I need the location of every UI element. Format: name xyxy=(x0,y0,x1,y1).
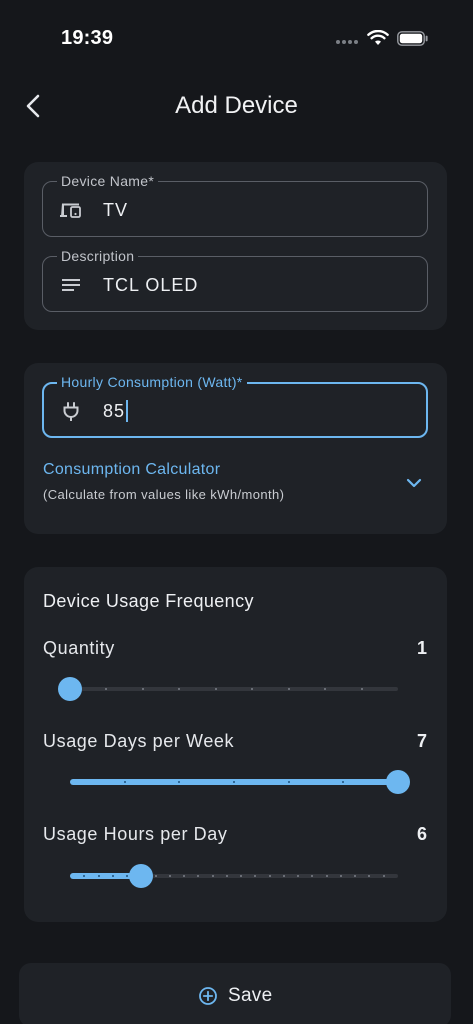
hourly-consumption-label: Hourly Consumption (Watt)* xyxy=(57,373,247,391)
slider-track xyxy=(70,687,398,691)
battery-icon xyxy=(397,31,428,46)
description-field[interactable]: Description TCL OLED xyxy=(42,247,428,312)
hours-per-day-label: Usage Hours per Day xyxy=(43,824,228,844)
slider-tick xyxy=(225,875,228,877)
save-button-content: Save xyxy=(19,985,451,1007)
hours-per-day-value: 6 xyxy=(416,824,427,844)
days-per-week-value: 7 xyxy=(416,731,427,751)
slider-tick xyxy=(325,875,328,877)
slider-thumb[interactable] xyxy=(386,770,410,794)
status-time: 19:39 xyxy=(61,27,114,49)
slider-thumb[interactable] xyxy=(129,864,154,888)
save-label: Save xyxy=(227,985,273,1006)
save-button[interactable]: Save xyxy=(19,963,451,1024)
slider-tick xyxy=(126,875,129,877)
quantity-value: 1 xyxy=(416,638,427,658)
app-bar: Add Device xyxy=(0,78,473,134)
device-name-label: Device Name* xyxy=(57,172,159,190)
devices-icon xyxy=(60,203,81,218)
slider-tick xyxy=(97,875,100,877)
consumption-calculator-toggle[interactable]: Consumption Calculator (Calculate from v… xyxy=(24,457,447,507)
slider-tick xyxy=(287,688,290,690)
days-per-week-slider[interactable] xyxy=(70,768,410,796)
description-value: TCL OLED xyxy=(103,275,199,295)
slider-tick xyxy=(214,688,217,690)
hours-per-day-slider[interactable] xyxy=(70,862,398,890)
plug-icon xyxy=(63,402,79,421)
wifi-icon xyxy=(367,30,389,45)
calculator-title: Consumption Calculator xyxy=(43,461,221,478)
quantity-label: Quantity xyxy=(43,638,115,658)
slider-tick xyxy=(360,688,363,690)
description-label: Description xyxy=(57,247,139,265)
usage-frequency-card: Device Usage Frequency Quantity 1 Usage … xyxy=(24,567,447,922)
notes-icon xyxy=(62,279,80,291)
device-name-value: TV xyxy=(103,200,129,220)
device-name-field[interactable]: Device Name* TV xyxy=(42,172,428,237)
slider-tick xyxy=(123,781,126,783)
signal-icon xyxy=(336,40,360,44)
slider-tick xyxy=(287,781,290,783)
text-caret xyxy=(126,400,129,422)
page-title: Add Device xyxy=(175,92,298,119)
slider-tick xyxy=(141,688,144,690)
slider-tick xyxy=(233,781,235,783)
slider-tick xyxy=(154,875,157,877)
section-title: Device Usage Frequency xyxy=(43,591,254,611)
chevron-down-icon xyxy=(406,478,422,488)
quantity-slider[interactable] xyxy=(58,675,398,703)
slider-tick xyxy=(168,875,171,877)
slider-tick xyxy=(382,875,385,877)
calculator-subtitle: (Calculate from values like kWh/month) xyxy=(43,487,285,502)
slider-tick xyxy=(111,875,114,877)
slider-thumb[interactable] xyxy=(58,677,82,701)
slider-tick xyxy=(211,875,214,877)
days-per-week-label: Usage Days per Week xyxy=(43,731,235,751)
consumption-card: Hourly Consumption (Watt)* 85 Consumptio… xyxy=(24,363,447,534)
slider-tick xyxy=(339,875,342,877)
hourly-consumption-field[interactable]: Hourly Consumption (Watt)* 85 xyxy=(42,373,428,438)
slider-tick xyxy=(268,875,271,877)
slider-tick xyxy=(282,875,285,877)
plus-circle-icon xyxy=(198,987,217,1005)
hourly-consumption-input: 85 xyxy=(103,400,129,422)
status-bar: 19:39 xyxy=(0,0,473,78)
device-info-card: Device Name* TV Description TCL OLED xyxy=(24,162,447,330)
